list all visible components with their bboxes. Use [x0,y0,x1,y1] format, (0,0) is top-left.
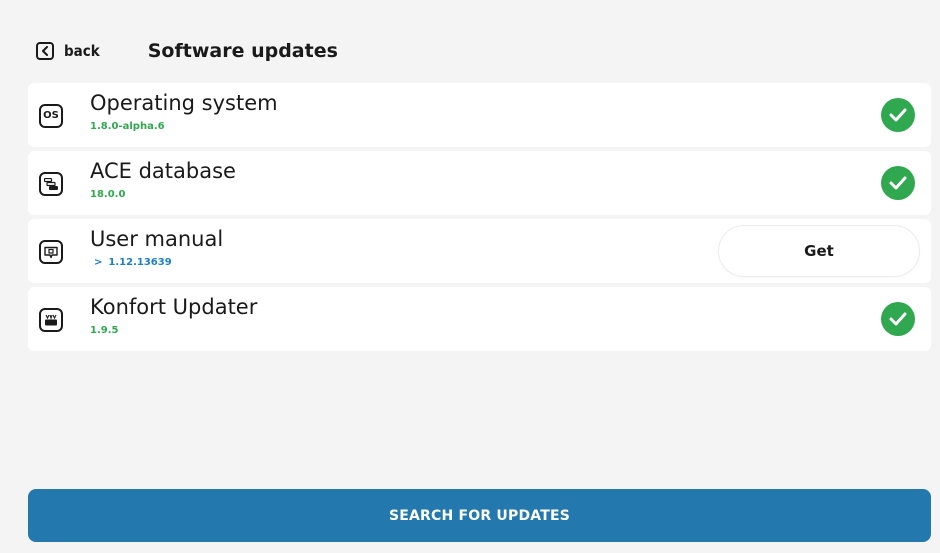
item-name: ACE database [90,159,236,183]
page-title: Software updates [147,40,338,62]
back-label: back [64,42,100,60]
item-version: 1.8.0-alpha.6 [90,121,165,132]
manual-icon [39,240,63,264]
header: back Software updates [36,38,338,64]
chevron-left-icon [36,42,54,60]
list-item-user-manual: User manual >1.12.13639 Get [28,219,931,283]
check-circle-icon [881,166,915,200]
software-list: OS Operating system 1.8.0-alpha.6 ACE da… [28,83,931,355]
check-circle-icon [881,98,915,132]
check-circle-icon [881,302,915,336]
item-version-link[interactable]: >1.12.13639 [94,256,172,270]
list-item-operating-system: OS Operating system 1.8.0-alpha.6 [28,83,931,147]
item-name: Konfort Updater [90,295,258,319]
updater-icon [39,308,63,332]
list-item-ace-database: ACE database 18.0.0 [28,151,931,215]
item-name: Operating system [90,91,278,115]
list-item-konfort-updater: Konfort Updater 1.9.5 [28,287,931,351]
item-version: 18.0.0 [90,189,126,200]
search-for-updates-button[interactable]: SEARCH FOR UPDATES [28,489,931,542]
get-button[interactable]: Get [719,226,919,276]
os-icon: OS [39,104,63,128]
back-button[interactable]: back [36,42,100,60]
item-version: 1.9.5 [90,325,119,336]
chevron-right-icon: > [94,257,103,268]
item-version: 1.12.13639 [108,257,172,268]
database-icon [39,172,63,196]
item-name: User manual [90,227,224,251]
